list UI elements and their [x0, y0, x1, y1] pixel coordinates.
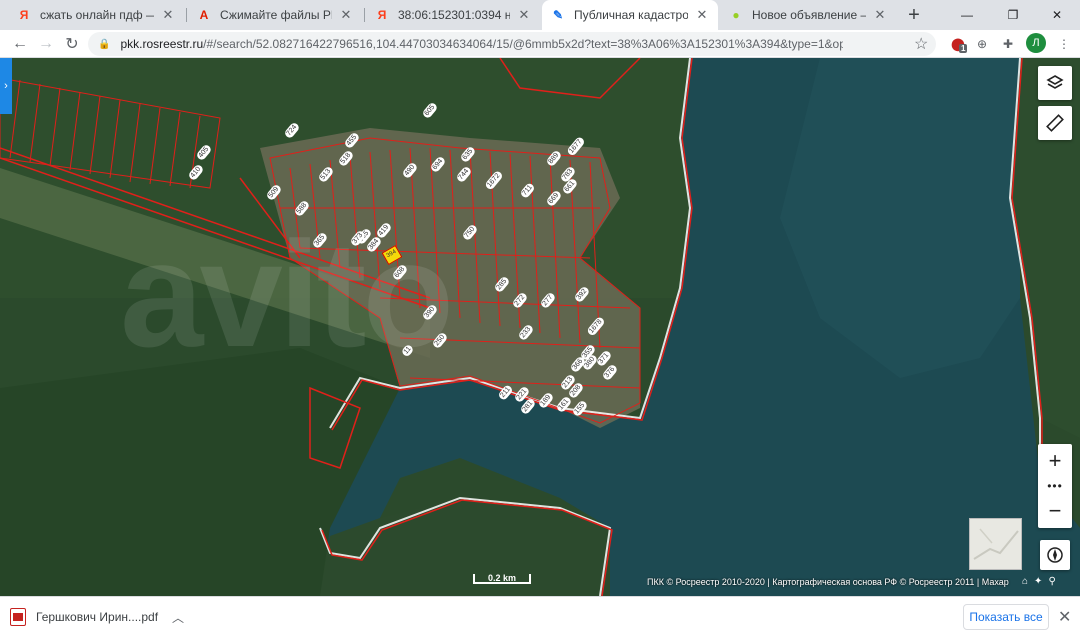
rosreestr-icon: ✎	[552, 8, 564, 22]
profile-avatar[interactable]: Л	[1026, 33, 1046, 53]
satellite-imagery	[0, 58, 1080, 596]
tab-public-cadastral-map[interactable]: ✎ Публичная кадастровая карта ✕	[542, 0, 718, 30]
url-host: pkk.rosreestr.ru	[120, 37, 204, 51]
close-window-button[interactable]: ✕	[1034, 0, 1080, 30]
pdf-file-icon	[10, 608, 26, 626]
tab-separator	[364, 8, 365, 22]
close-tab-icon[interactable]: ✕	[872, 7, 888, 23]
forward-arrow-icon[interactable]: →	[34, 32, 58, 56]
close-tab-icon[interactable]: ✕	[516, 7, 532, 23]
chevron-up-icon[interactable]: ︿	[172, 609, 184, 626]
pin-icon[interactable]: ⚲	[1048, 576, 1055, 587]
layers-button[interactable]	[1038, 66, 1072, 100]
address-bar[interactable]: 🔒 pkk.rosreestr.ru/#/search/52.082716422…	[88, 32, 936, 56]
tab-separator	[186, 8, 187, 22]
browser-toolbar: ← → ↻ 🔒 pkk.rosreestr.ru/#/search/52.082…	[0, 30, 1080, 58]
tab-strip: Я сжать онлайн пдф — Яндекс ✕ A Сжимайте…	[0, 0, 1080, 30]
compass-icon	[1047, 547, 1063, 563]
tab-yandex-search[interactable]: Я сжать онлайн пдф — Яндекс ✕	[8, 0, 184, 30]
lock-icon: 🔒	[98, 38, 111, 50]
downloads-bar: Гершкович Ирин....pdf ︿ Показать все ✕	[0, 596, 1080, 636]
attribution-icons: ⌂ ✦ ⚲	[1022, 576, 1056, 587]
selected-parcel-label: 394	[385, 249, 398, 260]
tab-title: Сжимайте файлы PDF онлайн	[220, 8, 332, 22]
yandex-icon: Я	[19, 8, 29, 22]
show-all-downloads-button[interactable]: Показать все	[963, 604, 1049, 630]
zoom-in-button[interactable]: +	[1038, 444, 1072, 478]
yandex-icon: Я	[377, 8, 387, 22]
zoom-controls: + ••• −	[1038, 444, 1072, 528]
minimize-button[interactable]: —	[944, 0, 990, 30]
ruler-icon	[1046, 114, 1064, 132]
map-attribution: ПКК © Росреестр 2010-2020 | Картографиче…	[647, 577, 1009, 587]
scale-bar: 0.2 km	[473, 574, 531, 584]
bookmark-star-icon[interactable]: ☆	[914, 34, 928, 54]
overview-minimap[interactable]	[969, 518, 1022, 570]
tab-yandex-cadastral[interactable]: Я 38:06:152301:0394 на кадастровой ✕	[366, 0, 540, 30]
zoom-more-button[interactable]: •••	[1038, 478, 1072, 494]
zoom-out-button[interactable]: −	[1038, 494, 1072, 528]
ruler-button[interactable]	[1038, 106, 1072, 140]
close-tab-icon[interactable]: ✕	[160, 7, 176, 23]
new-tab-button[interactable]: +	[903, 4, 925, 26]
back-arrow-icon[interactable]: ←	[8, 32, 32, 56]
avito-icon: ●	[732, 8, 740, 22]
tab-title: 38:06:152301:0394 на кадастровой	[398, 8, 510, 22]
maximize-button[interactable]: ❐	[990, 0, 1036, 30]
adobe-icon: A	[199, 8, 209, 22]
tab-avito-new-ad[interactable]: ● Новое объявление — Объявления ✕	[720, 0, 896, 30]
zoom-icon[interactable]: ⊕	[972, 34, 992, 54]
kebab-menu-icon[interactable]: ⋮	[1054, 34, 1074, 54]
home-icon[interactable]: ⌂	[1022, 576, 1028, 587]
extension-icon[interactable]: ⬤ 1	[948, 34, 968, 54]
sidebar-toggle-button[interactable]: ›	[0, 58, 12, 114]
extension-badge: 1	[959, 44, 968, 53]
cadastral-map[interactable]: avito 724 455 605 635 1672 889 1677 783 …	[0, 58, 1080, 596]
puzzle-icon[interactable]: ✚	[998, 34, 1018, 54]
close-downloads-icon[interactable]: ✕	[1058, 607, 1071, 627]
close-tab-icon[interactable]: ✕	[338, 7, 354, 23]
tab-title: Новое объявление — Объявления	[752, 8, 866, 22]
minimap-drawing	[973, 528, 1019, 560]
compass-button[interactable]	[1040, 540, 1070, 570]
tab-adobe-compress[interactable]: A Сжимайте файлы PDF онлайн ✕	[188, 0, 362, 30]
download-file-name: Гершкович Ирин....pdf	[36, 610, 159, 624]
reload-icon[interactable]: ↻	[60, 32, 84, 56]
url-path: /#/search/52.082716422796516,104.4470303…	[203, 37, 844, 51]
layers-icon	[1046, 75, 1064, 89]
download-item[interactable]: Гершкович Ирин....pdf ︿	[10, 603, 194, 631]
star-icon[interactable]: ✦	[1034, 576, 1042, 587]
tab-title: сжать онлайн пдф — Яндекс	[40, 8, 154, 22]
tab-title: Публичная кадастровая карта	[574, 8, 688, 22]
close-tab-icon[interactable]: ✕	[694, 7, 710, 23]
